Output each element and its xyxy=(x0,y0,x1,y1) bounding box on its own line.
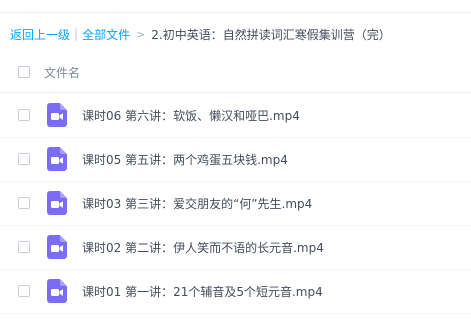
file-checkbox[interactable] xyxy=(18,153,30,165)
select-all-checkbox[interactable] xyxy=(18,66,30,78)
file-name[interactable]: 课时01 第一讲：21个辅音及5个短元音.mp4 xyxy=(82,283,323,300)
file-checkbox[interactable] xyxy=(18,109,30,121)
file-row[interactable]: 课时02 第二讲：伊人笑而不语的长元音.mp4 xyxy=(0,225,471,270)
file-checkbox[interactable] xyxy=(18,197,30,209)
file-name[interactable]: 课时03 第三讲：爱交朋友的“何”先生.mp4 xyxy=(82,195,312,212)
video-file-icon xyxy=(47,147,67,171)
back-link[interactable]: 返回上一级 xyxy=(10,26,70,43)
video-file-icon xyxy=(47,103,67,127)
file-row[interactable]: 课时03 第三讲：爱交朋友的“何”先生.mp4 xyxy=(0,181,471,226)
breadcrumb-arrow: > xyxy=(136,27,146,41)
file-row[interactable]: 课时05 第五讲：两个鸡蛋五块钱.mp4 xyxy=(0,137,471,182)
breadcrumb: 返回上一级 | 全部文件 > 2.初中英语：自然拼读词汇寒假集训营（完） xyxy=(10,26,391,42)
file-checkbox[interactable] xyxy=(18,241,30,253)
file-checkbox[interactable] xyxy=(18,285,30,297)
breadcrumb-separator: | xyxy=(74,27,79,41)
video-file-icon xyxy=(47,191,67,215)
file-name[interactable]: 课时02 第二讲：伊人笑而不语的长元音.mp4 xyxy=(82,239,324,256)
file-name[interactable]: 课时06 第六讲：软饭、懒汉和哑巴.mp4 xyxy=(82,107,300,124)
video-file-icon xyxy=(47,235,67,259)
file-row[interactable]: 课时06 第六讲：软饭、懒汉和哑巴.mp4 xyxy=(0,93,471,138)
video-file-icon xyxy=(47,279,67,303)
file-name[interactable]: 课时05 第五讲：两个鸡蛋五块钱.mp4 xyxy=(82,151,288,168)
current-folder-title: 2.初中英语：自然拼读词汇寒假集训营（完） xyxy=(151,27,391,42)
file-row[interactable]: 课时01 第一讲：21个辅音及5个短元音.mp4 xyxy=(0,269,471,314)
top-divider xyxy=(0,12,471,13)
column-header-filename[interactable]: 文件名 xyxy=(44,64,80,81)
file-browser: 返回上一级 | 全部文件 > 2.初中英语：自然拼读词汇寒假集训营（完） 文件名… xyxy=(0,0,471,325)
list-header: 文件名 xyxy=(0,52,471,93)
all-files-link[interactable]: 全部文件 xyxy=(82,26,130,43)
